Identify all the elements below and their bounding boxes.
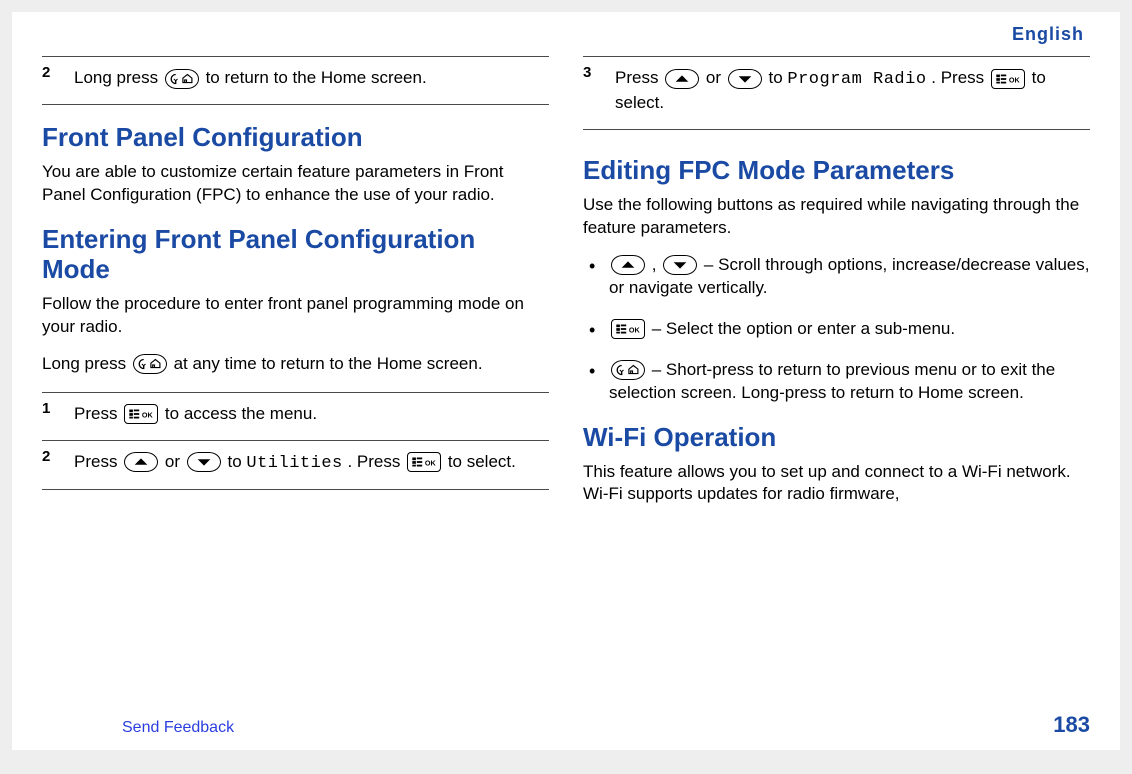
text: . Press [931, 68, 989, 87]
text: to return to the Home screen. [206, 68, 427, 87]
step-number: 2 [42, 63, 50, 83]
right-column: 3 Press or to Program Radio . Press OK [583, 56, 1090, 520]
down-arrow-icon [187, 452, 221, 472]
content-columns: 2 Long press to return to the Home scree… [42, 56, 1090, 520]
text: Press [615, 68, 663, 87]
text: or [165, 452, 185, 471]
page-number: 183 [1053, 710, 1090, 740]
text: , [652, 255, 661, 274]
heading-editing-fpc: Editing FPC Mode Parameters [583, 156, 1090, 186]
back-home-icon [611, 360, 645, 380]
step-body: Long press to return to the Home screen. [74, 67, 549, 90]
text: Press [74, 404, 122, 423]
step-1: 1 Press OK to access the menu. [42, 392, 549, 440]
down-arrow-icon [663, 255, 697, 275]
step-number: 2 [42, 447, 50, 467]
step-prev-2: 2 Long press to return to the Home scree… [42, 56, 549, 105]
heading-wifi: Wi-Fi Operation [583, 423, 1090, 453]
svg-text:OK: OK [1009, 75, 1021, 84]
text: – Select the option or enter a sub-menu. [652, 319, 955, 338]
step-number: 3 [583, 63, 591, 83]
entering-note: Long press at any time to return to the … [42, 353, 549, 376]
up-arrow-icon [665, 69, 699, 89]
fpc-intro: You are able to customize certain featur… [42, 161, 549, 207]
text: to select. [448, 452, 516, 471]
text: . Press [347, 452, 405, 471]
wifi-intro: This feature allows you to set up and co… [583, 461, 1090, 507]
bullet-back: – Short-press to return to previous menu… [583, 359, 1090, 405]
up-arrow-icon [124, 452, 158, 472]
step-2: 2 Press or to Utilities . Press OK [42, 440, 549, 491]
text: at any time to return to the Home screen… [174, 354, 483, 373]
bullet-scroll: , – Scroll through options, increase/dec… [583, 254, 1090, 300]
menu-ok-icon: OK [991, 69, 1025, 89]
heading-fpc: Front Panel Configuration [42, 123, 549, 153]
bullet-select: OK – Select the option or enter a sub-me… [583, 318, 1090, 341]
text: or [706, 68, 726, 87]
step-number: 1 [42, 399, 50, 419]
svg-text:OK: OK [629, 326, 641, 335]
step-body: Press or to Utilities . Press OK to sel [74, 451, 549, 476]
text: to [228, 452, 247, 471]
text: Press [74, 452, 122, 471]
step-3: 3 Press or to Program Radio . Press OK [583, 56, 1090, 130]
mono-text: Utilities [246, 454, 342, 473]
text: Long press [74, 68, 163, 87]
step-body: Press or to Program Radio . Press OK to [615, 67, 1090, 115]
editing-intro: Use the following buttons as required wh… [583, 194, 1090, 240]
left-column: 2 Long press to return to the Home scree… [42, 56, 549, 520]
editing-bullets: , – Scroll through options, increase/dec… [583, 254, 1090, 405]
back-home-icon [165, 69, 199, 89]
svg-text:OK: OK [142, 411, 154, 420]
down-arrow-icon [728, 69, 762, 89]
language-header: English [42, 22, 1084, 46]
entering-intro: Follow the procedure to enter front pane… [42, 293, 549, 339]
text: – Short-press to return to previous menu… [609, 360, 1055, 402]
step-body: Press OK to access the menu. [74, 403, 549, 426]
page-footer: Send Feedback 183 [42, 710, 1090, 740]
back-home-icon [133, 354, 167, 374]
heading-entering-fpc: Entering Front Panel Configuration Mode [42, 225, 549, 285]
send-feedback-link[interactable]: Send Feedback [122, 717, 234, 739]
mono-text: Program Radio [787, 70, 926, 89]
svg-text:OK: OK [425, 459, 437, 468]
menu-ok-icon: OK [124, 404, 158, 424]
menu-ok-icon: OK [611, 319, 645, 339]
text: to access the menu. [165, 404, 317, 423]
menu-ok-icon: OK [407, 452, 441, 472]
text: to [769, 68, 788, 87]
up-arrow-icon [611, 255, 645, 275]
document-page: English 2 Long press to return to the Ho… [12, 12, 1120, 750]
text: Long press [42, 354, 131, 373]
